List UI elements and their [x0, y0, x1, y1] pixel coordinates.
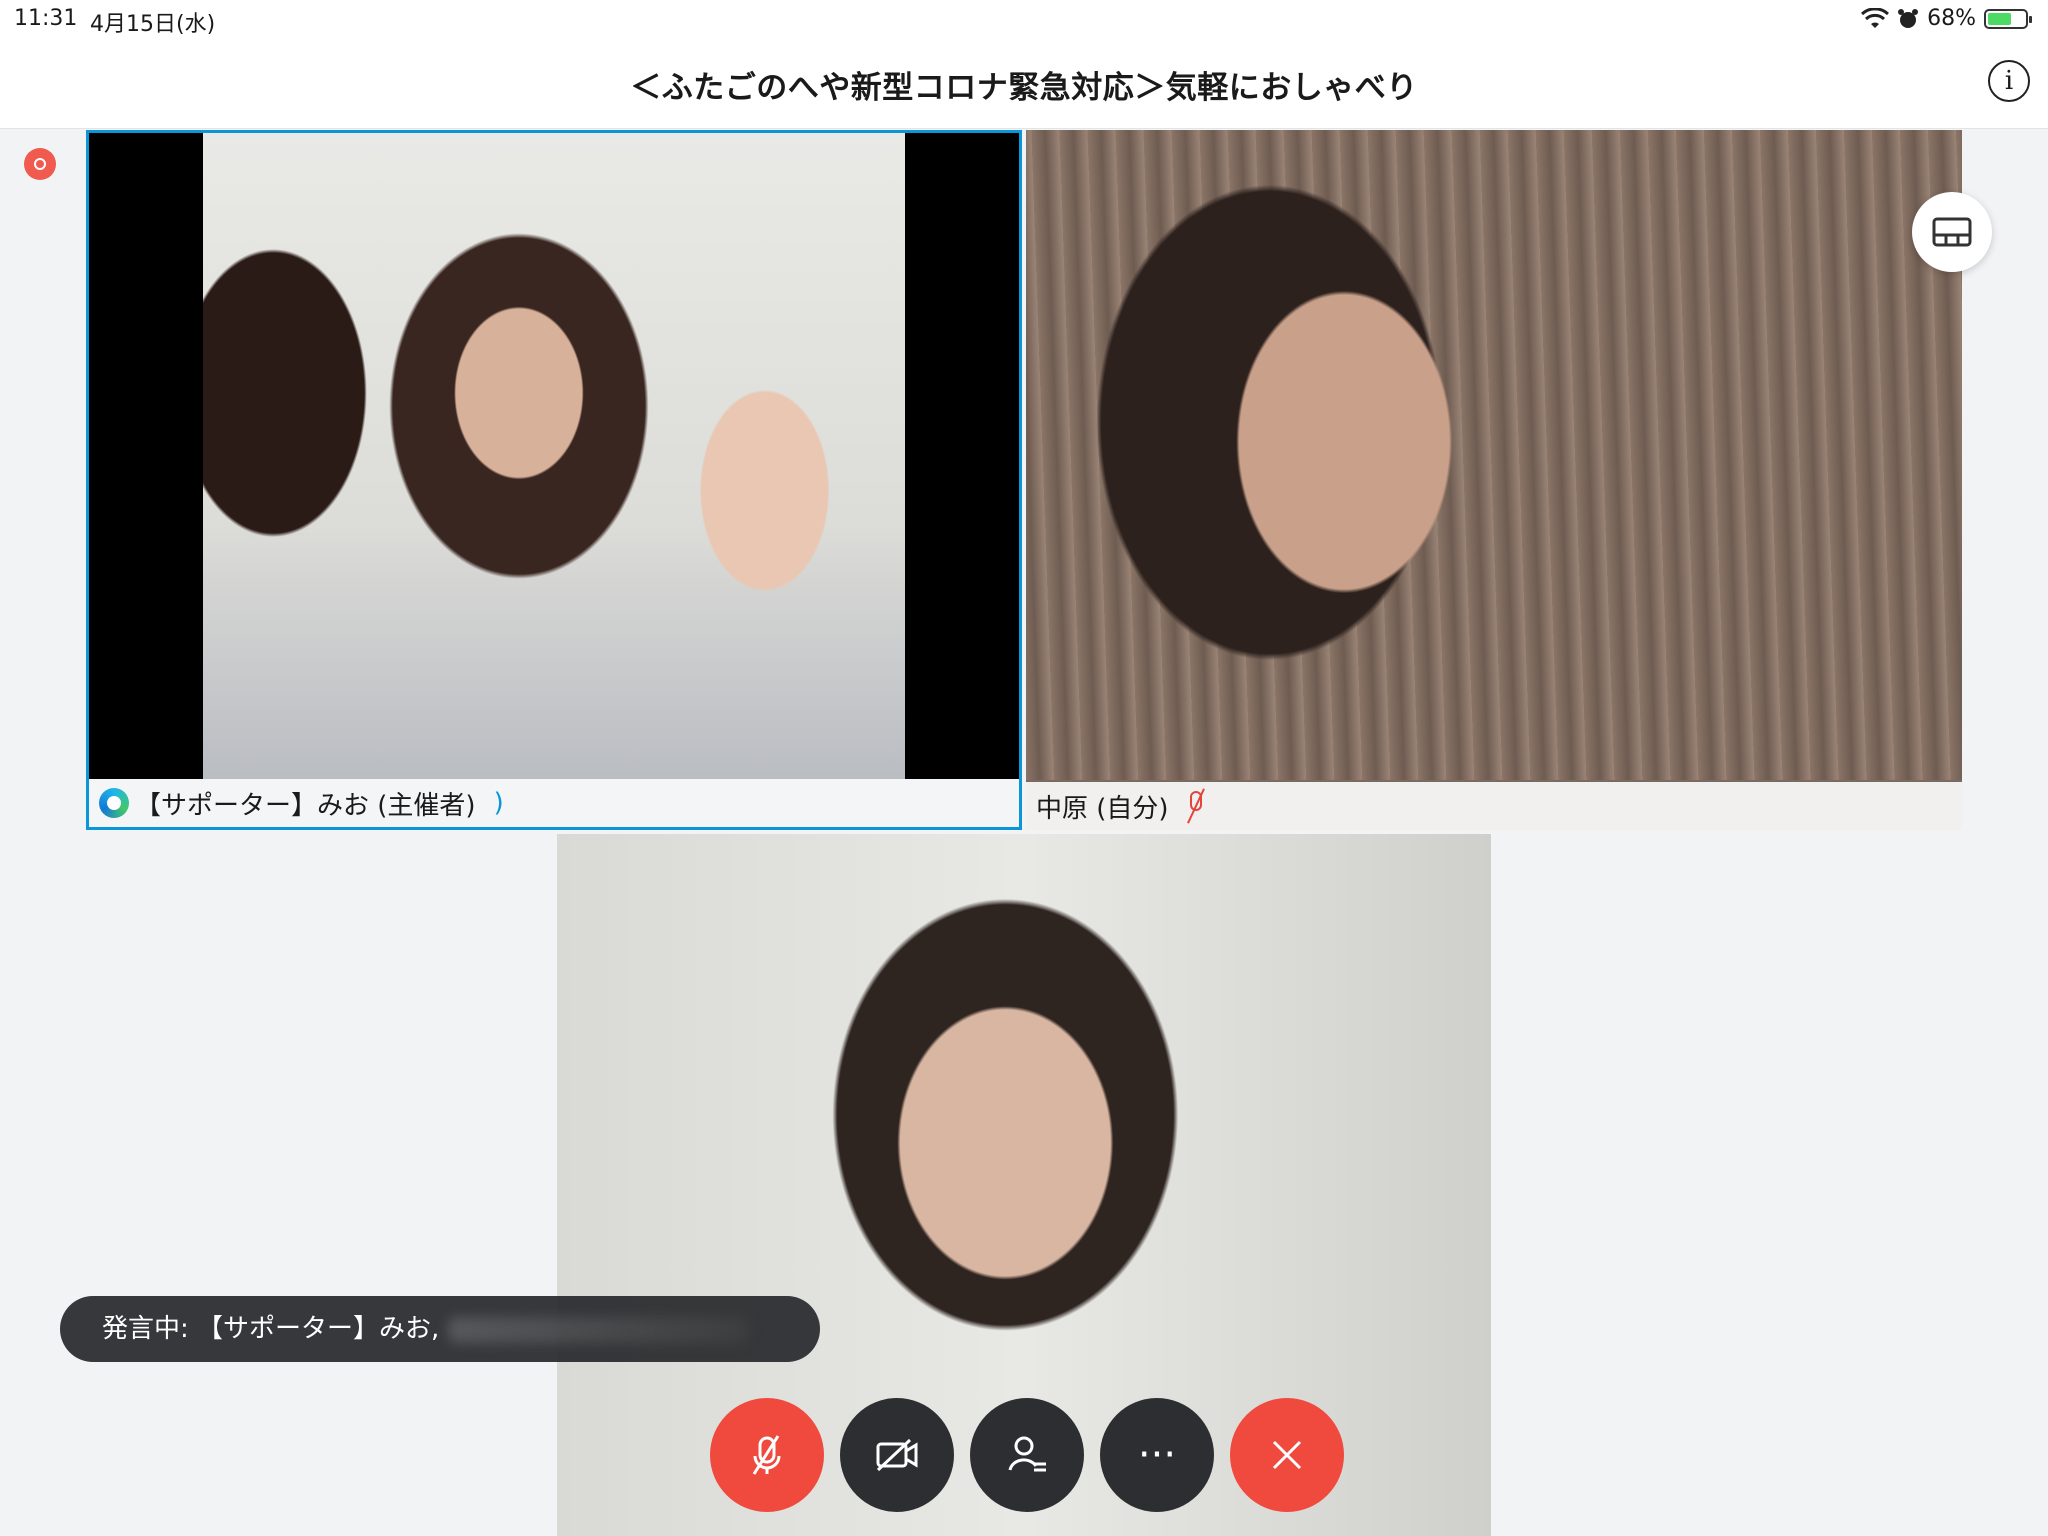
call-controls: ··· [710, 1398, 1344, 1512]
video-tile-self[interactable]: 中原 (自分) [1026, 130, 1962, 830]
battery-fill [1988, 12, 2012, 25]
status-date: 4月15日(水) [90, 12, 216, 37]
video-tile-host[interactable]: 【サポーター】みお (主催者) ) [86, 130, 1022, 830]
info-icon: i [2004, 66, 2014, 96]
video-button[interactable] [840, 1398, 954, 1512]
mic-muted-icon [752, 1435, 781, 1475]
close-icon [1272, 1440, 1302, 1470]
status-time: 11:31 [14, 6, 78, 31]
participant-nameplate: 中原 (自分) [1026, 782, 1962, 830]
participant-name: 【サポーター】みお (主催者) [135, 790, 476, 821]
leave-meeting-button[interactable] [1230, 1398, 1344, 1512]
participants-button[interactable] [970, 1398, 1084, 1512]
mic-muted-icon [1185, 788, 1207, 824]
battery-percent: 68% [1927, 6, 1976, 31]
alarm-icon [1898, 8, 1919, 28]
info-button[interactable]: i [1988, 60, 2030, 102]
video-feed [1026, 130, 1962, 780]
participant-nameplate: 【サポーター】みお (主催者) ) [89, 779, 1019, 827]
active-speaker-text: 発言中: 【サポーター】みお, [102, 1314, 440, 1344]
title-bar: ＜ふたごのへや新型コロナ緊急対応＞気軽におしゃべり i [0, 40, 2048, 129]
redacted-name [447, 1316, 748, 1343]
speaking-indicator-icon: ) [493, 788, 504, 818]
mute-button[interactable] [710, 1398, 824, 1512]
meeting-title: ＜ふたごのへや新型コロナ緊急対応＞気軽におしゃべり [630, 70, 1418, 106]
video-off-icon [876, 1438, 918, 1472]
participant-name: 中原 (自分) [1036, 793, 1169, 824]
status-indicators: 68% [1861, 6, 2032, 31]
webex-logo-icon [99, 788, 129, 818]
wifi-icon [1861, 7, 1890, 28]
video-feed [203, 133, 905, 783]
layout-icon [1932, 217, 1972, 247]
more-options-button[interactable]: ··· [1100, 1398, 1214, 1512]
active-speaker-banner: 発言中: 【サポーター】みお, [60, 1296, 820, 1362]
participants-icon [1008, 1436, 1046, 1472]
layout-toggle-button[interactable] [1912, 192, 1992, 272]
recording-indicator-icon [24, 148, 56, 180]
status-bar: 11:31 4月15日(水) 68% [0, 0, 2048, 40]
more-icon: ··· [1137, 1432, 1177, 1478]
battery-icon [1984, 8, 2032, 29]
